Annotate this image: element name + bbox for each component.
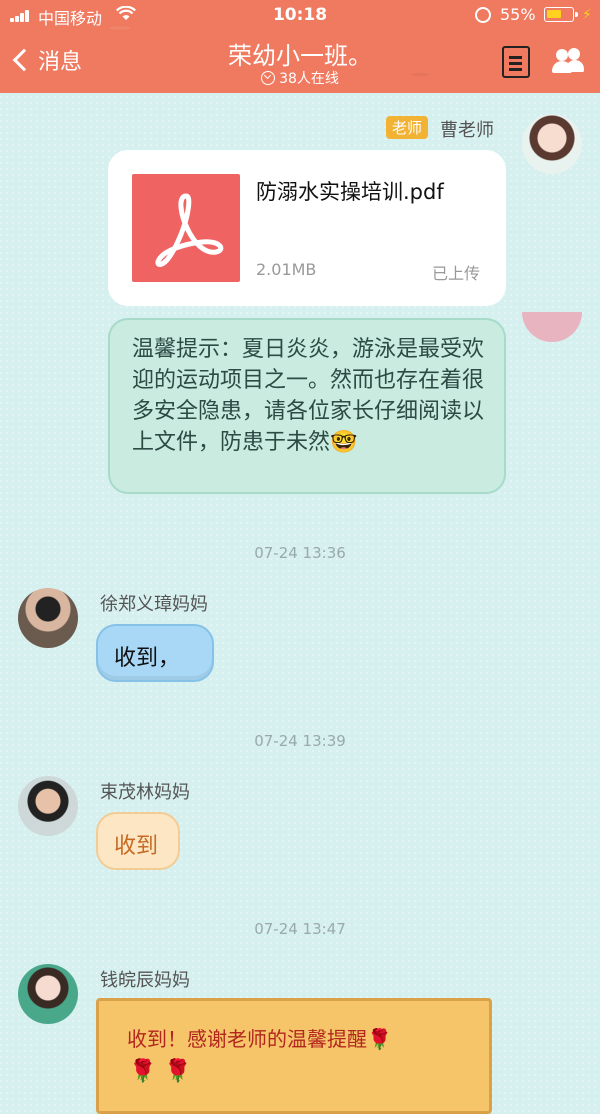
text-message[interactable]: 收到！感谢老师的温馨提醒🌹 🌹🌹	[96, 998, 492, 1114]
rose-decoration: 🌹🌹	[129, 1059, 200, 1084]
avatar[interactable]	[522, 312, 582, 342]
message-text: 温馨提示：夏日炎炎，游泳是最受欢迎的运动项目之一。然而也存在着很多安全隐患，请各…	[132, 337, 485, 455]
timestamp: 07-24 13:47	[254, 920, 346, 938]
doc-icon[interactable]	[502, 46, 530, 78]
role-badge: 老师	[386, 116, 429, 139]
lock-icon	[475, 7, 491, 23]
bolt-icon: ⚡	[582, 7, 592, 23]
avatar[interactable]	[522, 114, 582, 174]
sender-name: 徐郑义璋妈妈	[100, 594, 208, 615]
file-status: 已上传	[431, 264, 480, 283]
text-message[interactable]: 收到，	[96, 624, 214, 682]
group-icon[interactable]	[550, 46, 586, 76]
message-text: 收到！感谢老师的温馨提醒🌹	[127, 1027, 392, 1051]
sender-name: 钱皖辰妈妈	[100, 970, 190, 991]
text-message[interactable]: 收到	[96, 812, 180, 870]
timestamp: 07-24 13:36	[254, 544, 346, 562]
online-count-label: 38人在线	[279, 71, 339, 87]
status-bar: 中国移动 10:18 55% ⚡	[0, 0, 600, 30]
avatar[interactable]	[18, 964, 78, 1024]
chat-header: 中国移动 10:18 55% ⚡ 消息 荣幼小一班。 38人在线	[0, 0, 600, 93]
avatar[interactable]	[18, 588, 78, 648]
file-message[interactable]: 防溺水实操培训.pdf 2.01MB 已上传	[108, 150, 506, 306]
sender-name: 曹老师	[440, 120, 494, 141]
timestamp: 07-24 13:39	[254, 732, 346, 750]
sender-name: 束茂林妈妈	[100, 782, 190, 803]
pdf-icon	[132, 174, 240, 282]
expand-icon	[261, 71, 276, 85]
message-text: 收到，	[114, 646, 181, 671]
text-message[interactable]: 温馨提示：夏日炎炎，游泳是最受欢迎的运动项目之一。然而也存在着很多安全隐患，请各…	[108, 318, 506, 494]
file-size: 2.01MB	[256, 260, 317, 279]
message-text: 收到	[114, 834, 159, 859]
file-name: 防溺水实操培训.pdf	[256, 180, 444, 204]
battery-icon	[544, 7, 578, 22]
avatar[interactable]	[18, 776, 78, 836]
battery-percent: 55%	[500, 5, 536, 24]
